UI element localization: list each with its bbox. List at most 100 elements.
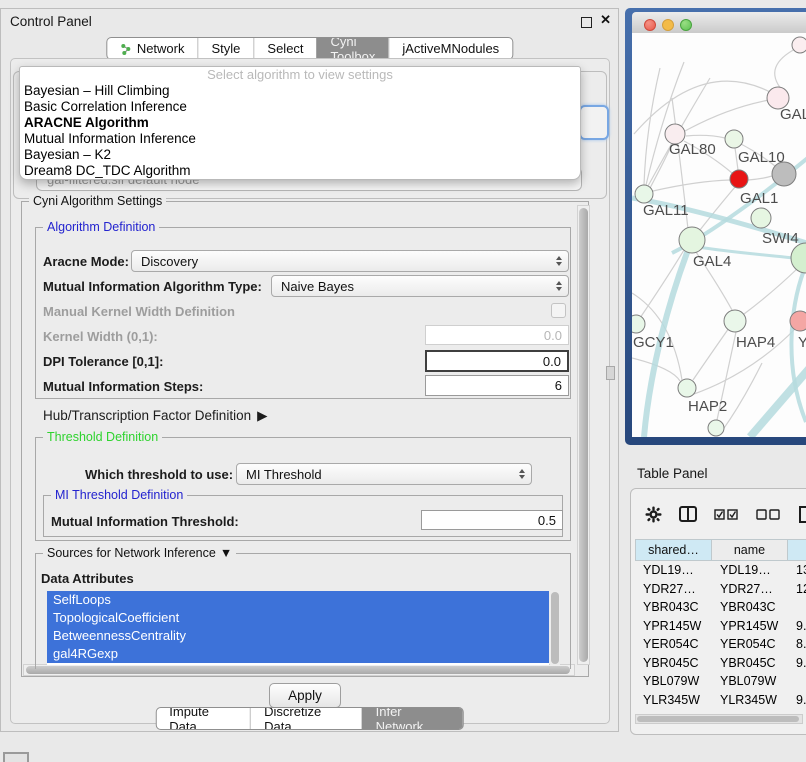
network-edge[interactable] xyxy=(686,135,725,138)
manual-kernel-width-label: Manual Kernel Width Definition xyxy=(43,304,235,319)
tab-infer-network[interactable]: Infer Network xyxy=(362,708,463,729)
node-label: GAL4 xyxy=(693,253,731,270)
table-row[interactable]: YDR27…YDR27…12 xyxy=(635,580,806,599)
minimize-traffic-light-icon[interactable] xyxy=(662,19,674,31)
network-node-y[interactable] xyxy=(790,311,806,331)
table-row[interactable]: YIL052CYIL052C9. xyxy=(635,709,806,712)
attributes-list-scrollbar[interactable] xyxy=(550,591,560,665)
network-edge[interactable] xyxy=(775,48,797,90)
hub-definition-toggle[interactable]: Hub/Transcription Factor Definition▶ xyxy=(43,408,267,424)
apply-button[interactable]: Apply xyxy=(269,683,341,708)
kernel-width-field[interactable]: 0.0 xyxy=(425,325,569,345)
table-cell: YBR045C xyxy=(712,654,788,673)
algorithm-option[interactable]: Bayesian – K2 xyxy=(20,147,580,163)
network-node[interactable] xyxy=(708,420,724,436)
split-pane-grip[interactable] xyxy=(606,366,615,380)
table-cell: YIL052C xyxy=(635,709,712,712)
minimized-panel-icon[interactable] xyxy=(3,752,29,762)
table-row[interactable]: YDL19…YDL19…13 xyxy=(635,561,806,580)
tab-impute-data[interactable]: Impute Data xyxy=(156,708,250,729)
mi-steps-field[interactable]: 6 xyxy=(425,375,569,396)
close-icon[interactable]: ✕ xyxy=(600,12,611,28)
tab-discretize-data[interactable]: Discretize Data xyxy=(250,708,361,729)
data-attributes-list[interactable]: SelfLoopsTopologicalCoefficientBetweenne… xyxy=(47,591,549,665)
data-attribute-item[interactable]: gal4RGexp xyxy=(47,645,549,663)
table-cell xyxy=(788,598,806,617)
split-columns-icon[interactable] xyxy=(679,506,697,522)
network-node-gal10[interactable] xyxy=(725,130,743,148)
network-node[interactable] xyxy=(772,162,796,186)
network-edge[interactable] xyxy=(748,176,772,180)
zoom-traffic-light-icon[interactable] xyxy=(680,19,692,31)
settings-vertical-scrollbar[interactable] xyxy=(577,205,590,665)
algorithm-option[interactable]: ARACNE Algorithm xyxy=(20,115,580,131)
table-row[interactable]: YBL079WYBL079W xyxy=(635,672,806,691)
table-body: YDL19…YDL19…13YDR27…YDR27…12YBR043CYBR04… xyxy=(635,561,806,712)
dpi-tolerance-field[interactable]: 0.0 xyxy=(425,350,569,372)
data-attribute-item[interactable]: TopologicalCoefficient xyxy=(47,609,549,627)
algorithm-option-list: Bayesian – Hill ClimbingBasic Correlatio… xyxy=(20,83,580,179)
network-node-swi4[interactable] xyxy=(751,208,771,228)
which-threshold-combo[interactable]: MI Threshold xyxy=(236,463,532,485)
checked-pair-icon[interactable] xyxy=(714,509,739,520)
column-header-clipped[interactable] xyxy=(788,539,806,561)
network-edge[interactable] xyxy=(653,180,730,191)
algorithm-option[interactable]: Basic Correlation Inference xyxy=(20,99,580,115)
table-horizontal-scrollbar[interactable] xyxy=(635,714,803,724)
mi-algorithm-type-combo[interactable]: Naive Bayes xyxy=(271,275,569,297)
algorithm-option[interactable]: Mutual Information Inference xyxy=(20,131,580,147)
network-edge[interactable] xyxy=(644,68,660,185)
column-header-shared-name[interactable]: shared… xyxy=(635,539,712,561)
table-cell: YBL079W xyxy=(712,672,788,691)
data-attribute-item[interactable]: SelfLoops xyxy=(47,591,549,609)
table-row[interactable]: YPR145WYPR145W9. xyxy=(635,617,806,636)
tab-style[interactable]: Style xyxy=(198,38,254,59)
sources-group-title[interactable]: Sources for Network Inference ▼ xyxy=(43,546,236,560)
network-node-gal4[interactable] xyxy=(679,227,705,253)
network-edge[interactable] xyxy=(693,328,729,380)
dpi-tolerance-label: DPI Tolerance [0,1]: xyxy=(43,354,163,369)
network-node-hap2[interactable] xyxy=(678,379,696,397)
manual-kernel-width-checkbox[interactable] xyxy=(551,303,566,318)
mi-threshold-label: Mutual Information Threshold: xyxy=(51,514,239,529)
table-cell: 9. xyxy=(788,709,806,712)
network-edge[interactable] xyxy=(722,363,762,431)
network-node[interactable] xyxy=(792,37,806,53)
network-node-gal1[interactable] xyxy=(730,170,748,188)
network-node-hap4[interactable] xyxy=(724,310,746,332)
float-panel-icon[interactable] xyxy=(581,17,592,28)
table-cell: YPR145W xyxy=(635,617,712,636)
network-graph: GALGAL80GAL10GAL1SWI4GAL11GAL4GCY1HAP4YH… xyxy=(632,33,806,437)
node-label: GAL11 xyxy=(643,202,689,219)
tab-cyni-toolbox[interactable]: Cyni Toolbox xyxy=(317,38,389,59)
close-traffic-light-icon[interactable] xyxy=(644,19,656,31)
table-cell: YBR045C xyxy=(635,654,712,673)
group-title: Cyni Algorithm Settings xyxy=(29,194,166,208)
table-row[interactable]: YLR345WYLR345W9. xyxy=(635,691,806,710)
group-title: Algorithm Definition xyxy=(43,220,159,234)
table-row[interactable]: YBR045CYBR045C9. xyxy=(635,654,806,673)
algorithm-option[interactable]: Bayesian – Hill Climbing xyxy=(20,83,580,99)
data-attribute-item[interactable]: BetweennessCentrality xyxy=(47,627,549,645)
network-edge[interactable] xyxy=(646,62,684,185)
network-node-gcy1[interactable] xyxy=(632,315,645,333)
table-row[interactable]: YER054CYER054C8. xyxy=(635,635,806,654)
mi-threshold-field[interactable]: 0.5 xyxy=(421,510,563,530)
table-row[interactable]: YBR043CYBR043C xyxy=(635,598,806,617)
table-cell: 9. xyxy=(788,654,806,673)
network-edge[interactable] xyxy=(744,268,798,314)
network-node[interactable] xyxy=(791,243,806,273)
column-header-name[interactable]: name xyxy=(712,539,788,561)
inference-algorithm-combo-partial[interactable] xyxy=(579,105,609,140)
network-edge[interactable] xyxy=(685,100,769,131)
unchecked-pair-icon[interactable] xyxy=(756,509,781,520)
algorithm-option[interactable]: Dream8 DC_TDC Algorithm xyxy=(20,163,580,179)
tab-select[interactable]: Select xyxy=(253,38,316,59)
tab-jactivemnodules[interactable]: jActiveMNodules xyxy=(388,38,512,59)
gear-icon[interactable] xyxy=(645,506,662,523)
network-node-gal11[interactable] xyxy=(635,185,653,203)
network-canvas[interactable]: GALGAL80GAL10GAL1SWI4GAL11GAL4GCY1HAP4YH… xyxy=(632,33,806,437)
document-icon[interactable] xyxy=(798,506,806,523)
aracne-mode-combo[interactable]: Discovery xyxy=(131,250,569,272)
tab-network[interactable]: Network xyxy=(107,38,198,59)
